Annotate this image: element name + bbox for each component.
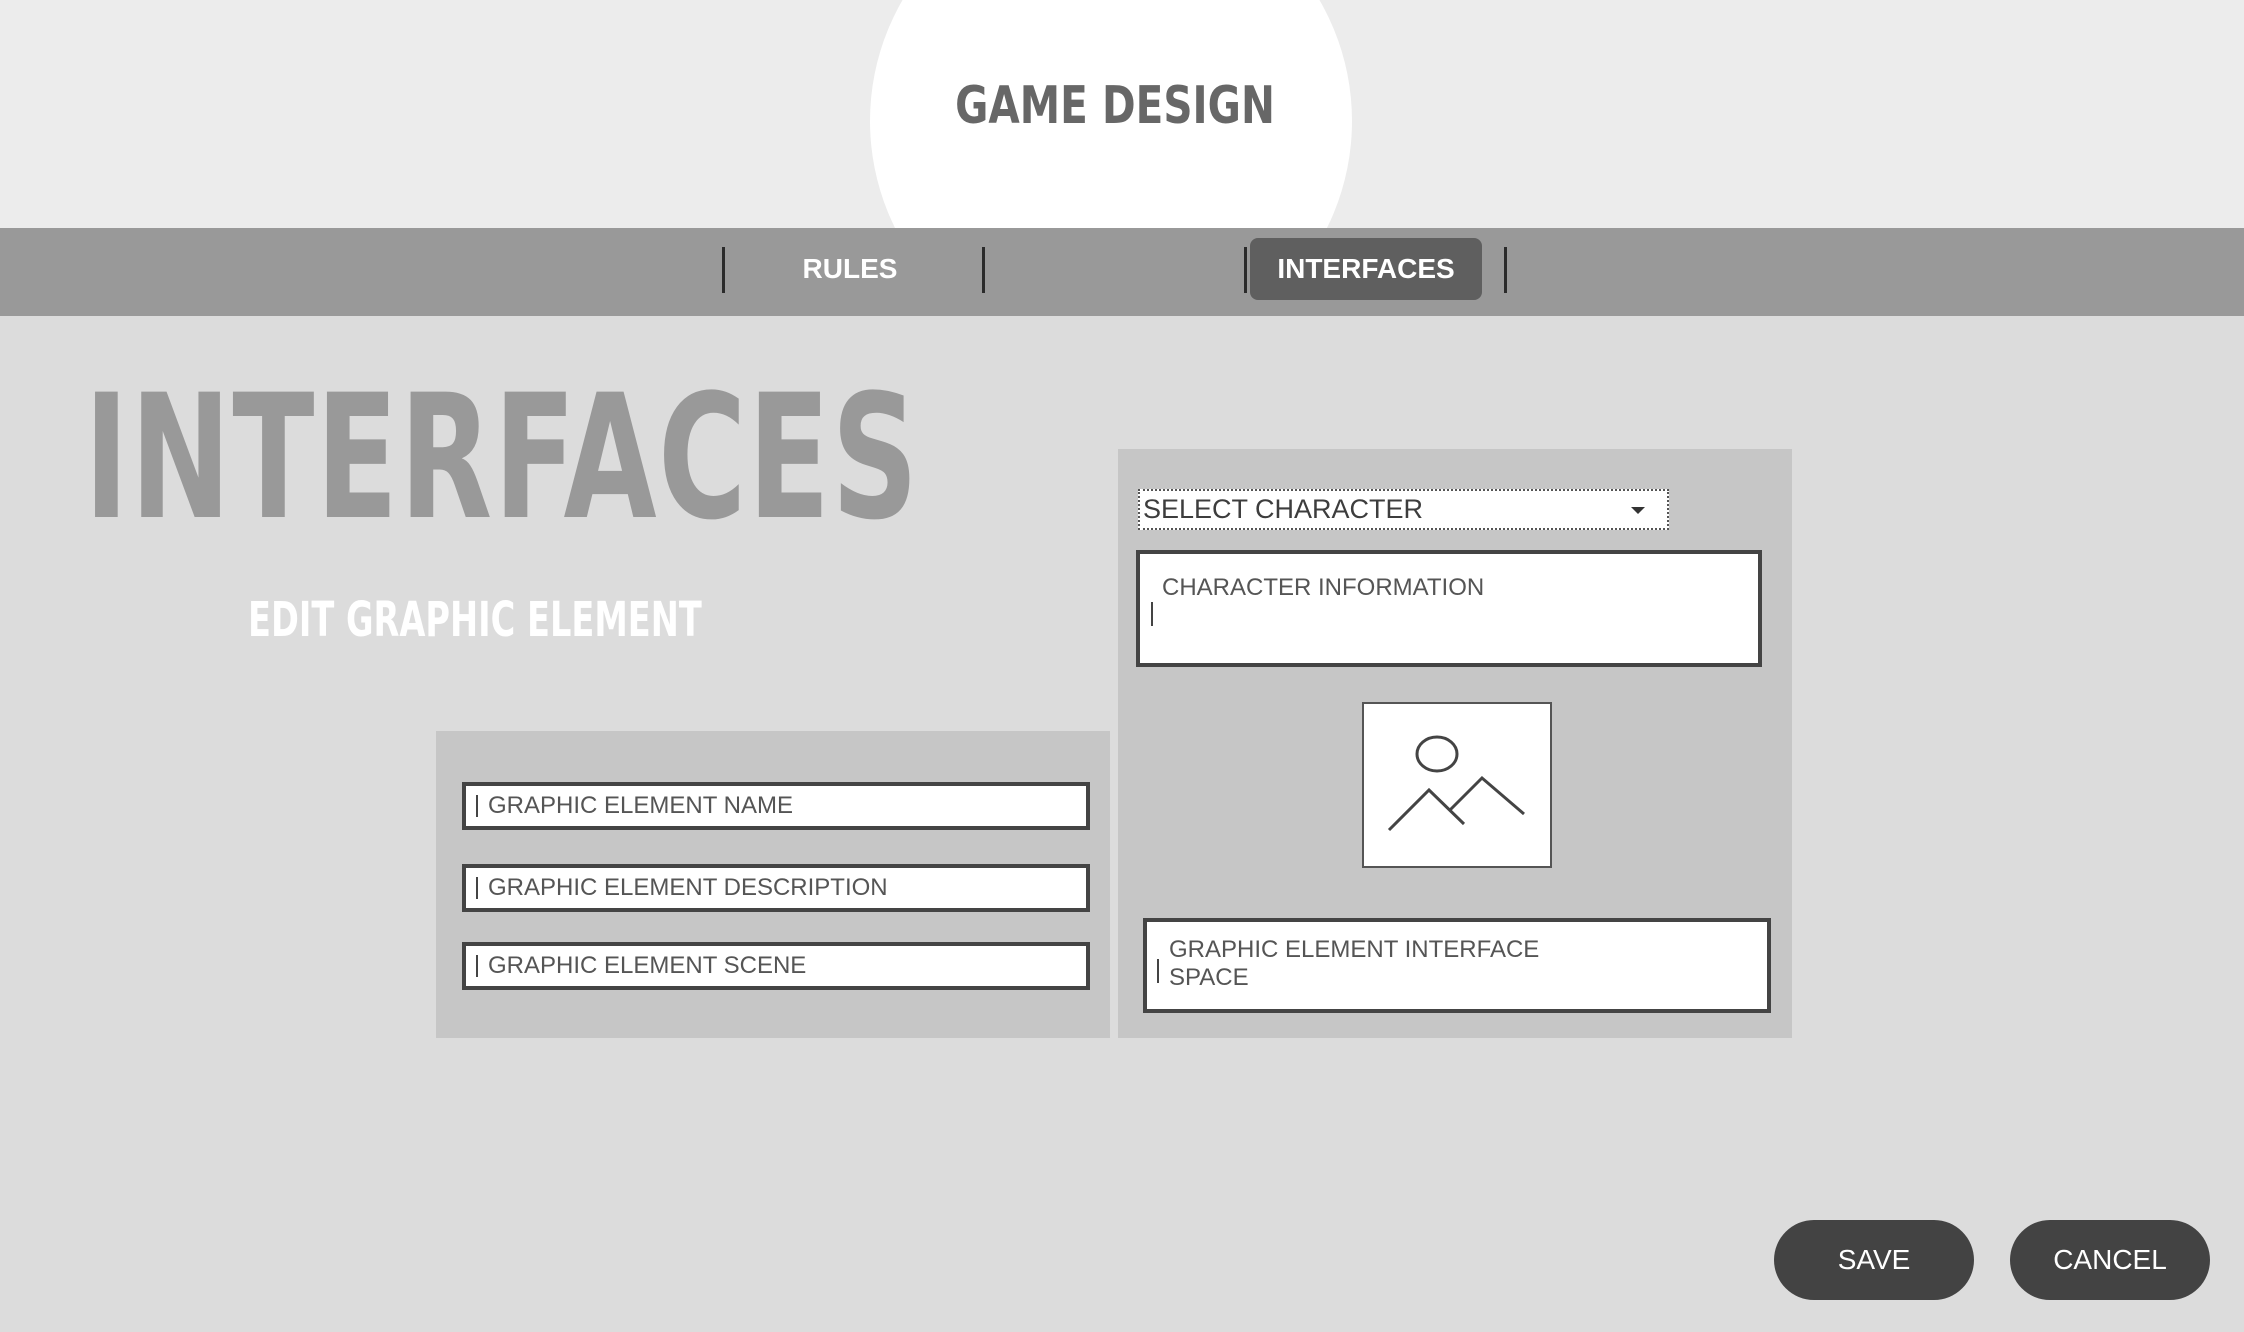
nav-bar: RULES INTERFACES: [0, 228, 2244, 316]
interface-space-placeholder-line2: SPACE: [1169, 964, 1249, 991]
tab-interfaces[interactable]: INTERFACES: [1250, 238, 1482, 300]
app-title: GAME DESIGN: [955, 76, 1275, 136]
graphic-element-description-input[interactable]: GRAPHIC ELEMENT DESCRIPTION: [462, 864, 1090, 912]
text-caret: [476, 955, 478, 977]
text-caret: [1157, 959, 1159, 983]
graphic-element-interface-space-input[interactable]: GRAPHIC ELEMENT INTERFACE SPACE: [1143, 918, 1771, 1013]
save-button[interactable]: SAVE: [1774, 1220, 1974, 1300]
section-title: EDIT GRAPHIC ELEMENT: [248, 592, 702, 648]
text-caret: [476, 795, 478, 817]
text-caret: [476, 877, 478, 899]
character-information-input[interactable]: CHARACTER INFORMATION: [1136, 550, 1762, 667]
graphic-element-name-placeholder: GRAPHIC ELEMENT NAME: [488, 792, 793, 819]
tab-empty[interactable]: [988, 238, 1240, 300]
graphic-element-scene-placeholder: GRAPHIC ELEMENT SCENE: [488, 952, 807, 979]
nav-separator: [1504, 247, 1507, 293]
select-character-value: SELECT CHARACTER: [1143, 494, 1424, 524]
graphic-element-name-input[interactable]: GRAPHIC ELEMENT NAME: [462, 782, 1090, 830]
nav-separator: [1244, 247, 1247, 293]
interface-space-placeholder: GRAPHIC ELEMENT INTERFACE SPACE: [1169, 936, 1569, 992]
chevron-down-icon: [1631, 507, 1645, 514]
graphic-element-description-placeholder: GRAPHIC ELEMENT DESCRIPTION: [488, 874, 888, 901]
tab-rules[interactable]: RULES: [728, 238, 972, 300]
select-character-dropdown[interactable]: SELECT CHARACTER: [1138, 489, 1669, 530]
header: GAME DESIGN: [0, 0, 2244, 228]
interface-space-placeholder-line1: GRAPHIC ELEMENT INTERFACE: [1169, 936, 1540, 963]
nav-separator: [982, 247, 985, 293]
cancel-button[interactable]: CANCEL: [2010, 1220, 2210, 1300]
graphic-element-scene-input[interactable]: GRAPHIC ELEMENT SCENE: [462, 942, 1090, 990]
text-caret: [1151, 602, 1153, 626]
character-information-placeholder: CHARACTER INFORMATION: [1162, 574, 1485, 601]
page-title: INTERFACES: [84, 357, 920, 558]
nav-separator: [722, 247, 725, 293]
image-icon: [1387, 735, 1525, 832]
image-placeholder-icon[interactable]: [1362, 702, 1552, 868]
